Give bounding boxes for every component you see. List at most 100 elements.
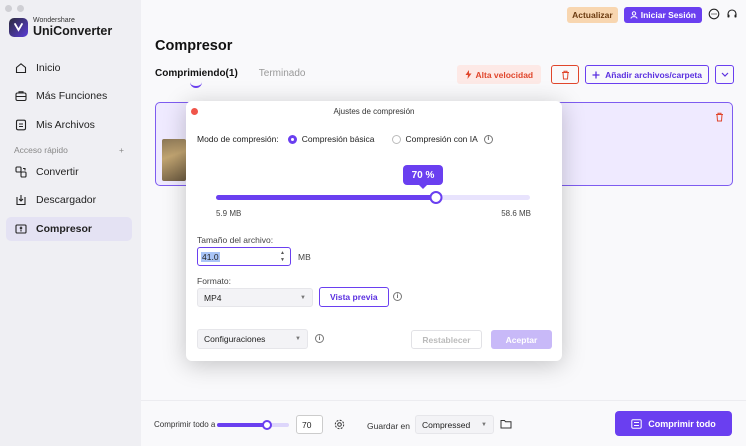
compress-all-slider-fill <box>217 423 268 427</box>
reset-button[interactable]: Restablecer <box>411 330 482 349</box>
info-icon[interactable]: i <box>483 134 493 144</box>
delete-all-button[interactable] <box>551 65 580 84</box>
sidebar-item-mis-archivos[interactable]: Mis Archivos <box>6 113 132 137</box>
compress-all-button[interactable]: Comprimir todo <box>615 411 732 436</box>
mode-basic-radio[interactable] <box>287 134 297 144</box>
bottom-bar: Comprimir todo a 70 Guardar en Compresse… <box>141 400 746 446</box>
main-nav: Inicio Más Funciones Mis Archivos <box>6 56 132 141</box>
chat-icon[interactable] <box>708 8 720 23</box>
settings-gear-icon[interactable] <box>334 419 345 433</box>
upgrade-button[interactable]: Actualizar <box>567 7 618 23</box>
format-value: MP4 <box>204 292 222 303</box>
sidebar-item-label: Descargador <box>36 194 97 207</box>
user-icon <box>630 11 638 19</box>
tab-bar: Comprimiendo(1) Terminado <box>155 68 306 88</box>
compression-slider[interactable] <box>216 191 530 204</box>
mode-ai-label: Compresión con IA <box>405 134 478 144</box>
add-files-dropdown[interactable] <box>715 65 734 84</box>
compress-icon <box>631 418 642 429</box>
sidebar: Wondershare UniConverter Inicio Más Func… <box>0 0 141 446</box>
uniconverter-logo-icon <box>9 17 28 37</box>
window-minimize-button[interactable] <box>17 5 24 12</box>
quick-access-header: Acceso rápido + <box>14 145 124 155</box>
quick-access-add-button[interactable]: + <box>119 145 124 155</box>
compression-percent-bubble: 70 % <box>403 165 443 189</box>
configurations-select[interactable]: Configuraciones ▼ <box>197 329 308 349</box>
configurations-info-icon[interactable]: i <box>315 334 324 343</box>
slider-max-size: 58.6 MB <box>501 209 531 218</box>
sidebar-item-label: Inicio <box>36 62 61 74</box>
caret-down-icon: ▼ <box>295 336 301 342</box>
file-icon <box>15 119 27 131</box>
save-location-select[interactable]: Compressed ▼ <box>415 415 494 434</box>
plus-icon <box>592 71 600 78</box>
tab-comprimiendo[interactable]: Comprimiendo(1) <box>155 68 238 88</box>
configurations-value: Configuraciones <box>204 334 266 344</box>
format-select[interactable]: MP4 ▼ <box>197 288 313 307</box>
page-title: Compresor <box>155 38 233 54</box>
topbar: Actualizar Iniciar Sesión <box>567 7 738 23</box>
quick-access-label: Acceso rápido <box>14 145 68 155</box>
accept-button[interactable]: Aceptar <box>491 330 552 349</box>
compress-icon <box>15 223 27 235</box>
preview-button[interactable]: Vista previa <box>319 287 389 307</box>
mode-ai-option[interactable]: Compresión con IA i <box>391 134 493 144</box>
brand-name: UniConverter <box>33 24 113 38</box>
high-speed-button[interactable]: Alta velocidad <box>456 65 542 84</box>
window-close-button[interactable] <box>5 5 12 12</box>
save-location-value: Compressed <box>422 419 471 430</box>
preview-info-icon[interactable]: i <box>393 292 402 301</box>
mode-ai-radio[interactable] <box>391 134 401 144</box>
compress-all-input[interactable]: 70 <box>296 415 323 434</box>
sidebar-item-compresor[interactable]: Compresor <box>6 216 132 241</box>
login-button[interactable]: Iniciar Sesión <box>623 7 702 23</box>
compress-all-slider[interactable] <box>217 420 289 430</box>
sidebar-item-inicio[interactable]: Inicio <box>6 56 132 80</box>
convert-icon <box>15 166 27 178</box>
slider-min-size: 5.9 MB <box>216 209 242 218</box>
compression-mode-row: Modo de compresión: Compresión básica Co… <box>197 134 493 144</box>
mode-basic-option[interactable]: Compresión básica <box>287 134 375 144</box>
sidebar-item-label: Convertir <box>36 166 79 178</box>
file-size-value: 41.0 <box>201 251 220 262</box>
caret-down-icon: ▼ <box>481 421 487 428</box>
file-size-label: Tamaño del archivo: <box>197 235 274 245</box>
compression-slider-handle[interactable] <box>429 191 443 204</box>
sidebar-item-convertir[interactable]: Convertir <box>6 160 132 184</box>
trash-icon <box>561 70 569 79</box>
caret-down-icon: ▼ <box>300 294 306 301</box>
compress-all-button-label: Comprimir todo <box>648 418 716 429</box>
save-to-label: Guardar en <box>367 421 410 431</box>
file-size-input[interactable]: 41.0 ▲ ▼ <box>197 247 291 266</box>
quick-nav: Convertir Descargador Compresor <box>6 160 132 245</box>
add-files-button[interactable]: Añadir archivos/carpeta <box>585 65 709 84</box>
compress-all-label: Comprimir todo a <box>154 420 216 429</box>
folder-icon[interactable] <box>500 419 512 432</box>
sidebar-item-mas-funciones[interactable]: Más Funciones <box>6 84 132 108</box>
lightning-icon <box>465 70 471 79</box>
compress-all-slider-handle[interactable] <box>262 420 273 430</box>
download-icon <box>15 194 27 206</box>
compression-settings-dialog: Ajustes de compresión Modo de compresión… <box>186 101 562 361</box>
login-label: Iniciar Sesión <box>640 10 696 20</box>
sidebar-item-label: Mis Archivos <box>36 118 95 131</box>
sidebar-item-label: Más Funciones <box>36 90 108 103</box>
window-controls <box>5 5 24 12</box>
brand-company: Wondershare <box>33 17 75 24</box>
compression-mode-label: Modo de compresión: <box>197 134 279 144</box>
support-headset-icon[interactable] <box>726 8 738 23</box>
chevron-down-icon <box>721 72 728 77</box>
home-icon <box>15 62 27 74</box>
tab-terminado[interactable]: Terminado <box>259 68 306 79</box>
delete-file-icon[interactable] <box>715 112 724 125</box>
add-files-label: Añadir archivos/carpeta <box>605 69 702 80</box>
sidebar-item-descargador[interactable]: Descargador <box>6 188 132 212</box>
sidebar-item-label: Compresor <box>36 222 93 235</box>
file-size-unit: MB <box>298 252 311 262</box>
mode-basic-label: Compresión básica <box>301 134 375 144</box>
high-speed-label: Alta velocidad <box>475 69 534 80</box>
compression-slider-fill <box>216 195 436 200</box>
brand: Wondershare UniConverter <box>9 17 112 38</box>
toolbar-actions: Alta velocidad Añadir archivos/carpeta <box>456 65 734 84</box>
file-size-stepper[interactable]: ▲ ▼ <box>280 250 285 264</box>
